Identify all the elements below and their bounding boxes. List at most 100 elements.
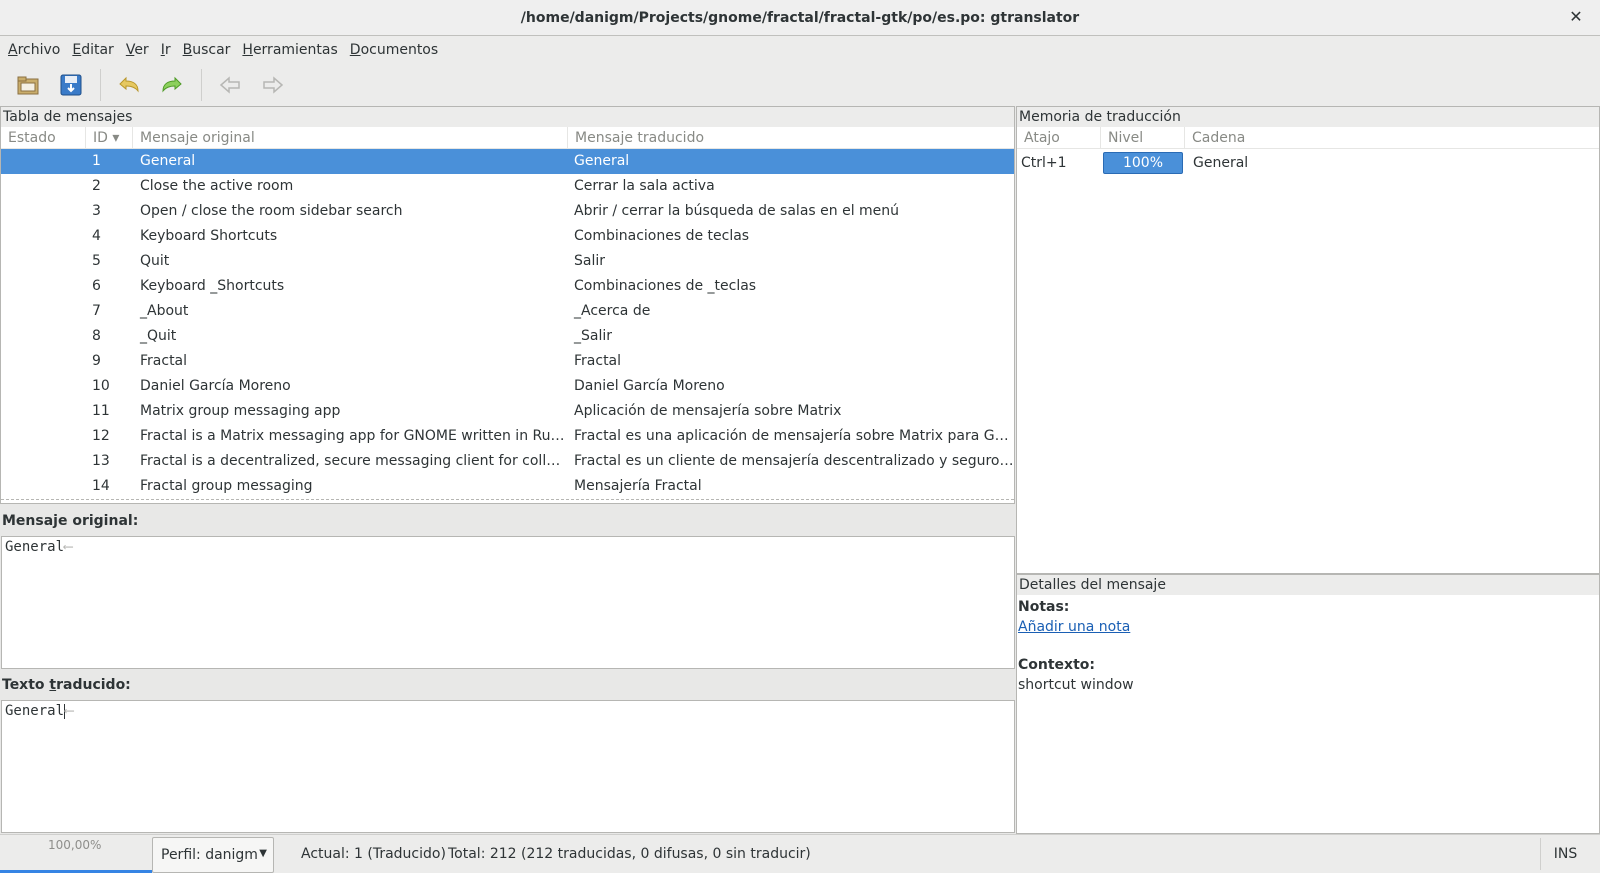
translated-text-textview[interactable]: General⟵	[1, 700, 1015, 833]
context-value: shortcut window	[1018, 677, 1134, 693]
row-id: 1	[92, 153, 101, 169]
row-original: Matrix group messaging app	[140, 403, 341, 419]
table-row[interactable]: 5 Quit Salir	[1, 249, 1014, 274]
row-original: Keyboard Shortcuts	[140, 228, 278, 244]
menu-archivo[interactable]: Archivo	[2, 42, 66, 58]
undo-button[interactable]	[111, 68, 147, 102]
row-id: 9	[92, 353, 101, 369]
redo-icon	[162, 76, 182, 93]
row-status	[1, 374, 86, 399]
row-original: Close the active room	[140, 178, 294, 194]
table-row[interactable]: 3 Open / close the room sidebar search Abr…	[1, 199, 1014, 224]
row-original: _About	[140, 303, 189, 319]
close-icon[interactable]: ✕	[1566, 7, 1586, 27]
row-original: Quit	[140, 253, 170, 269]
profile-select[interactable]: Perfil: danigm ▼	[152, 837, 274, 873]
table-row[interactable]: 2 Close the active room Cerrar la sala act…	[1, 174, 1014, 199]
translation-memory-title: Memoria de traducción	[1017, 107, 1599, 127]
table-row[interactable]: 4 Keyboard Shortcuts Combinaciones de tecl…	[1, 224, 1014, 249]
toolbar-separator	[201, 69, 202, 101]
row-status	[1, 199, 86, 224]
table-row[interactable]: 7 _About _Acerca de	[1, 299, 1014, 324]
column-header-atajo[interactable]: Atajo	[1017, 127, 1101, 148]
window-titlebar: /home/danigm/Projects/gnome/fractal/frac…	[0, 0, 1600, 36]
row-translated: Daniel García Moreno	[574, 378, 725, 394]
row-status	[1, 299, 86, 324]
row-translated: Fractal	[574, 353, 622, 369]
row-translated: Abrir / cerrar la búsqueda de salas en e…	[574, 203, 900, 219]
save-button[interactable]	[53, 68, 89, 102]
tm-level-bar: 100%	[1103, 152, 1183, 174]
menu-documentos[interactable]: Documentos	[344, 42, 444, 58]
menu-editar[interactable]: Editar	[66, 42, 119, 58]
row-status	[1, 249, 86, 274]
menubar: Archivo Editar Ver Ir Buscar Herramienta…	[0, 36, 1600, 64]
row-original: Fractal is a Matrix messaging app for GN…	[140, 428, 568, 444]
column-header-cadena[interactable]: Cadena	[1185, 127, 1599, 148]
row-translated: Fractal es un cliente de mensajería desc…	[574, 453, 1014, 469]
open-button[interactable]	[10, 68, 46, 102]
original-message-text: General	[5, 539, 65, 555]
table-row[interactable]: 6 Keyboard _Shortcuts Combinaciones de _te…	[1, 274, 1014, 299]
redo-button[interactable]	[154, 68, 190, 102]
row-id: 12	[92, 428, 110, 444]
chevron-down-icon: ▼	[259, 848, 267, 859]
table-row[interactable]: 14 Fractal group messaging Mensajería Frac…	[1, 474, 1014, 499]
row-id: 7	[92, 303, 101, 319]
table-row[interactable]: 10 Daniel García Moreno Daniel García More…	[1, 374, 1014, 399]
menu-herramientas[interactable]: Herramientas	[236, 42, 343, 58]
next-message-icon	[263, 76, 284, 94]
row-original: Open / close the room sidebar search	[140, 203, 403, 219]
row-id: 2	[92, 178, 101, 194]
table-row[interactable]: 8 _Quit _Salir	[1, 324, 1014, 349]
column-header-estado[interactable]: Estado	[1, 127, 86, 148]
table-row[interactable]: 9 Fractal Fractal	[1, 349, 1014, 374]
translation-memory-row[interactable]: Ctrl+1 100% General	[1017, 149, 1599, 177]
row-status	[1, 224, 86, 249]
table-bottom-separator	[1, 499, 1014, 500]
row-original: General	[140, 153, 196, 169]
row-translated: Cerrar la sala activa	[574, 178, 715, 194]
tm-shortcut: Ctrl+1	[1021, 155, 1067, 171]
translated-text-label: Texto traducido:	[0, 670, 1015, 700]
translation-memory-header: Atajo Nivel Cadena	[1017, 127, 1599, 149]
row-id: 4	[92, 228, 101, 244]
row-original: _Quit	[140, 328, 177, 344]
row-original: Keyboard _Shortcuts	[140, 278, 285, 294]
row-status	[1, 474, 86, 499]
message-table-title: Tabla de mensajes	[1, 107, 1014, 127]
table-row[interactable]: 13 Fractal is a decentralized, secure mes…	[1, 449, 1014, 474]
progress-text: 100,00%	[48, 838, 102, 852]
statusbar: 100,00% Perfil: danigm ▼ Actual: 1 (Trad…	[0, 834, 1600, 873]
table-row[interactable]: 12 Fractal is a Matrix messaging app for …	[1, 424, 1014, 449]
toolbar	[0, 64, 1600, 106]
notes-label: Notas:	[1018, 599, 1070, 615]
row-translated: Combinaciones de _teclas	[574, 278, 757, 294]
add-note-link[interactable]: Añadir una nota	[1018, 619, 1130, 635]
message-table-panel: Tabla de mensajes Estado ID ▾ Mensaje or…	[0, 106, 1015, 504]
table-row[interactable]: 11 Matrix group messaging app Aplicación d…	[1, 399, 1014, 424]
column-header-id[interactable]: ID ▾	[86, 127, 133, 148]
row-id: 5	[92, 253, 101, 269]
original-message-label: Mensaje original:	[0, 506, 1015, 536]
menu-ver[interactable]: Ver	[120, 42, 155, 58]
column-header-original[interactable]: Mensaje original	[133, 127, 568, 148]
row-status	[1, 424, 86, 449]
table-row[interactable]: 1 General General	[1, 149, 1014, 174]
undo-icon	[119, 76, 139, 93]
menu-ir[interactable]: Ir	[155, 42, 177, 58]
message-table-header: Estado ID ▾ Mensaje original Mensaje tra…	[1, 127, 1014, 149]
tm-level: 100%	[1101, 152, 1185, 174]
column-header-nivel[interactable]: Nivel	[1101, 127, 1185, 148]
menu-buscar[interactable]: Buscar	[177, 42, 237, 58]
previous-button[interactable]	[212, 68, 248, 102]
row-original: Daniel García Moreno	[140, 378, 291, 394]
row-original: Fractal	[140, 353, 188, 369]
sort-descending-icon: ▾	[112, 130, 120, 146]
row-status	[1, 324, 86, 349]
insert-mode-indicator: INS	[1540, 838, 1590, 870]
column-header-translated[interactable]: Mensaje traducido	[568, 127, 1014, 148]
next-button[interactable]	[255, 68, 291, 102]
row-id: 11	[92, 403, 110, 419]
original-message-textview[interactable]: General⟵	[1, 536, 1015, 669]
